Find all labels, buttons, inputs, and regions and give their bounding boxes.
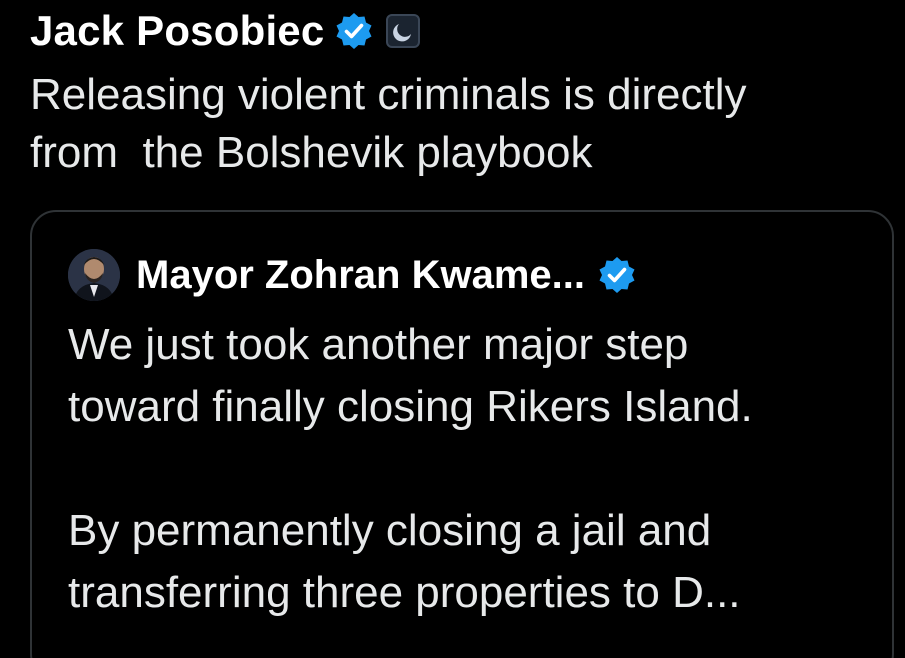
author-name[interactable]: Jack Posobiec (30, 7, 324, 55)
verified-badge-icon[interactable] (334, 11, 374, 51)
affiliation-badge-icon[interactable] (386, 14, 421, 48)
quoted-post-header: Mayor Zohran Kwame... (68, 248, 637, 302)
avatar[interactable] (68, 249, 120, 301)
post-text: Releasing violent criminals is directly … (30, 70, 747, 177)
quoted-post-text: We just took another major step toward f… (68, 320, 753, 617)
quoted-post-card[interactable]: Mayor Zohran Kwame... We just took anoth… (30, 210, 894, 658)
post-header: Jack Posobiec (30, 6, 421, 56)
post: Jack Posobiec Releasing violent criminal… (0, 0, 905, 658)
quoted-author-name[interactable]: Mayor Zohran Kwame... (136, 253, 585, 298)
verified-badge-icon[interactable] (597, 255, 637, 295)
